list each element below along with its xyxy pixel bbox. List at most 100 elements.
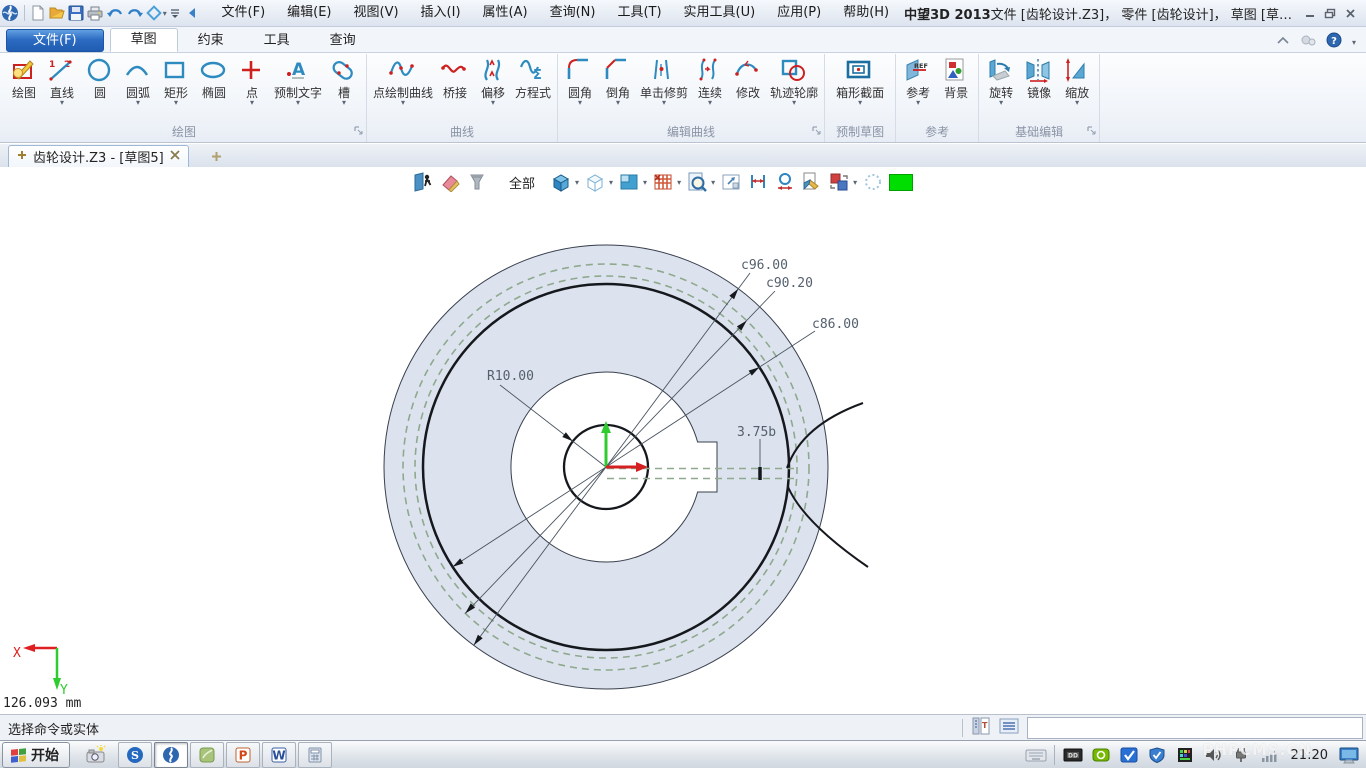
help-dropdown-icon[interactable]: ▾ — [1352, 38, 1356, 47]
menu-help[interactable]: 帮助(H) — [832, 0, 900, 26]
gear-sketch-drawing[interactable]: c96.00 c90.20 c86.00 R10.00 — [0, 167, 1366, 714]
menu-view[interactable]: 视图(V) — [343, 0, 410, 26]
regen-icon[interactable] — [146, 3, 162, 23]
ribbon-item-curve-points[interactable]: 点绘制曲线▾ — [370, 55, 436, 108]
dropdown-icon[interactable]: ▾ — [643, 178, 647, 187]
tray-clock[interactable]: 21:20 — [1291, 748, 1328, 763]
sheet-edit-icon[interactable] — [801, 171, 823, 193]
dotted-circle-icon[interactable] — [862, 171, 884, 193]
ribbon-item-reference[interactable]: REF 参考▾ — [899, 55, 937, 108]
tray-pixel-grid-icon[interactable] — [1173, 743, 1197, 767]
save-icon[interactable] — [68, 3, 84, 23]
minimize-icon[interactable] — [1301, 5, 1319, 21]
tray-update-icon[interactable] — [1117, 743, 1141, 767]
toolbar-panel-icon[interactable]: T — [971, 716, 991, 740]
ribbon-item-fillet[interactable]: 圆角▾ — [561, 55, 599, 108]
print-icon[interactable] — [86, 3, 104, 23]
collapse-toolbar-icon[interactable] — [185, 3, 200, 23]
ribbon-item-bridge[interactable]: 桥接 — [436, 55, 474, 108]
ribbon-item-equation[interactable]: Σ 方程式 — [512, 55, 554, 108]
dim-label-pitch[interactable]: c90.20 — [766, 276, 813, 291]
resize-view-icon[interactable] — [720, 171, 742, 193]
color-swatch-green[interactable] — [889, 174, 913, 191]
ribbon-item-modify[interactable]: 修改 — [729, 55, 767, 108]
ribbon-item-offset[interactable]: 偏移▾ — [474, 55, 512, 108]
new-file-icon[interactable] — [30, 3, 46, 23]
ribbon-item-track-profile[interactable]: 轨迹轮廓▾ — [767, 55, 821, 108]
tray-display-icon[interactable]: DD — [1061, 743, 1085, 767]
menu-utilities[interactable]: 实用工具(U) — [673, 0, 767, 26]
ribbon-item-continuous[interactable]: 连续▾ — [691, 55, 729, 108]
ribbon-item-rectangle[interactable]: 矩形▾ — [157, 55, 195, 108]
dim-label-keyway[interactable]: 3.75b — [737, 425, 776, 440]
ribbon-item-scale[interactable]: 缩放▾ — [1058, 55, 1096, 108]
exit-sketch-icon[interactable] — [412, 171, 434, 193]
erase-icon[interactable] — [439, 171, 461, 193]
open-file-icon[interactable] — [48, 3, 66, 23]
zoom-icon[interactable] — [686, 171, 708, 193]
ribbon-item-chamfer[interactable]: 倒角▾ — [599, 55, 637, 108]
toolbar-dropdown-icon[interactable]: ▾ — [163, 9, 167, 18]
filter-all-label[interactable]: 全部 — [509, 173, 535, 192]
menu-applications[interactable]: 应用(P) — [766, 0, 832, 26]
dialog-launcher-icon[interactable] — [354, 124, 363, 139]
redo-icon[interactable] — [126, 3, 144, 23]
file-menu-button[interactable]: 文件(F) — [6, 29, 104, 52]
ribbon-item-line[interactable]: 12 直线▾ — [43, 55, 81, 108]
ribbon-item-mirror[interactable]: 镜像 — [1020, 55, 1058, 108]
close-icon[interactable] — [1341, 5, 1359, 21]
options-gears-icon[interactable] — [1300, 34, 1316, 50]
grid-icon[interactable] — [652, 171, 674, 193]
ribbon-item-rotate[interactable]: 旋转▾ — [982, 55, 1020, 108]
tab-inquire[interactable]: 查询 — [310, 30, 376, 52]
tray-volume-icon[interactable] — [1201, 743, 1225, 767]
tab-tools[interactable]: 工具 — [244, 30, 310, 52]
dropdown-icon[interactable]: ▾ — [575, 178, 579, 187]
taskbar-app-word[interactable]: W — [262, 742, 296, 768]
horizontal-dimension-icon[interactable] — [747, 171, 769, 193]
menu-file[interactable]: 文件(F) — [211, 0, 277, 26]
document-tab-active[interactable]: 齿轮设计.Z3 - [草图5] — [8, 145, 189, 167]
sketch-canvas[interactable]: c96.00 c90.20 c86.00 R10.00 — [0, 167, 1366, 714]
view-plane-icon[interactable] — [618, 171, 640, 193]
dim-label-root[interactable]: c86.00 — [812, 317, 859, 332]
shaded-display-icon[interactable] — [550, 171, 572, 193]
screenshot-tool-icon[interactable] — [84, 743, 108, 767]
tray-network-signal-icon[interactable] — [1257, 743, 1281, 767]
dialog-launcher-icon[interactable] — [1087, 124, 1096, 139]
dim-label-bore[interactable]: R10.00 — [487, 369, 534, 384]
keyboard-layout-icon[interactable] — [1024, 743, 1048, 767]
menu-edit[interactable]: 编辑(E) — [276, 0, 342, 26]
menu-inquire[interactable]: 查询(N) — [539, 0, 607, 26]
command-input[interactable] — [1027, 717, 1363, 739]
restore-icon[interactable] — [1321, 5, 1339, 21]
dropdown-icon[interactable]: ▾ — [609, 178, 613, 187]
dim-label-outer[interactable]: c96.00 — [741, 258, 788, 273]
tray-power-icon[interactable] — [1229, 743, 1253, 767]
ribbon-item-slot[interactable]: 槽▾ — [325, 55, 363, 108]
tray-nvidia-icon[interactable] — [1089, 743, 1113, 767]
ribbon-item-circle[interactable]: 圆 — [81, 55, 119, 108]
ribbon-item-box-section[interactable]: 箱形截面▾ — [833, 55, 887, 108]
ribbon-item-point[interactable]: 点▾ — [233, 55, 271, 108]
radial-dimension-icon[interactable] — [774, 171, 796, 193]
show-desktop-icon[interactable] — [1338, 743, 1362, 767]
tab-close-icon[interactable] — [170, 149, 180, 164]
dropdown-icon[interactable]: ▾ — [711, 178, 715, 187]
tab-sketch[interactable]: 草图 — [110, 28, 178, 52]
ribbon-item-sketch[interactable]: 绘图 — [5, 55, 43, 108]
undo-icon[interactable] — [106, 3, 124, 23]
menu-attributes[interactable]: 属性(A) — [472, 0, 539, 26]
taskbar-app-powerpoint[interactable]: P — [226, 742, 260, 768]
ribbon-item-ellipse[interactable]: 椭圆 — [195, 55, 233, 108]
new-tab-button[interactable] — [205, 146, 228, 167]
taskbar-app-calculator[interactable] — [298, 742, 332, 768]
wireframe-display-icon[interactable] — [584, 171, 606, 193]
dropdown-icon[interactable]: ▾ — [853, 178, 857, 187]
ribbon-item-background[interactable]: 背景 — [937, 55, 975, 108]
customize-toolbar-icon[interactable] — [168, 3, 183, 23]
dropdown-icon[interactable]: ▾ — [677, 178, 681, 187]
taskbar-app-zw3d[interactable] — [154, 742, 188, 768]
tray-security-shield-icon[interactable] — [1145, 743, 1169, 767]
ribbon-item-ready-text[interactable]: A 预制文字▾ — [271, 55, 325, 108]
